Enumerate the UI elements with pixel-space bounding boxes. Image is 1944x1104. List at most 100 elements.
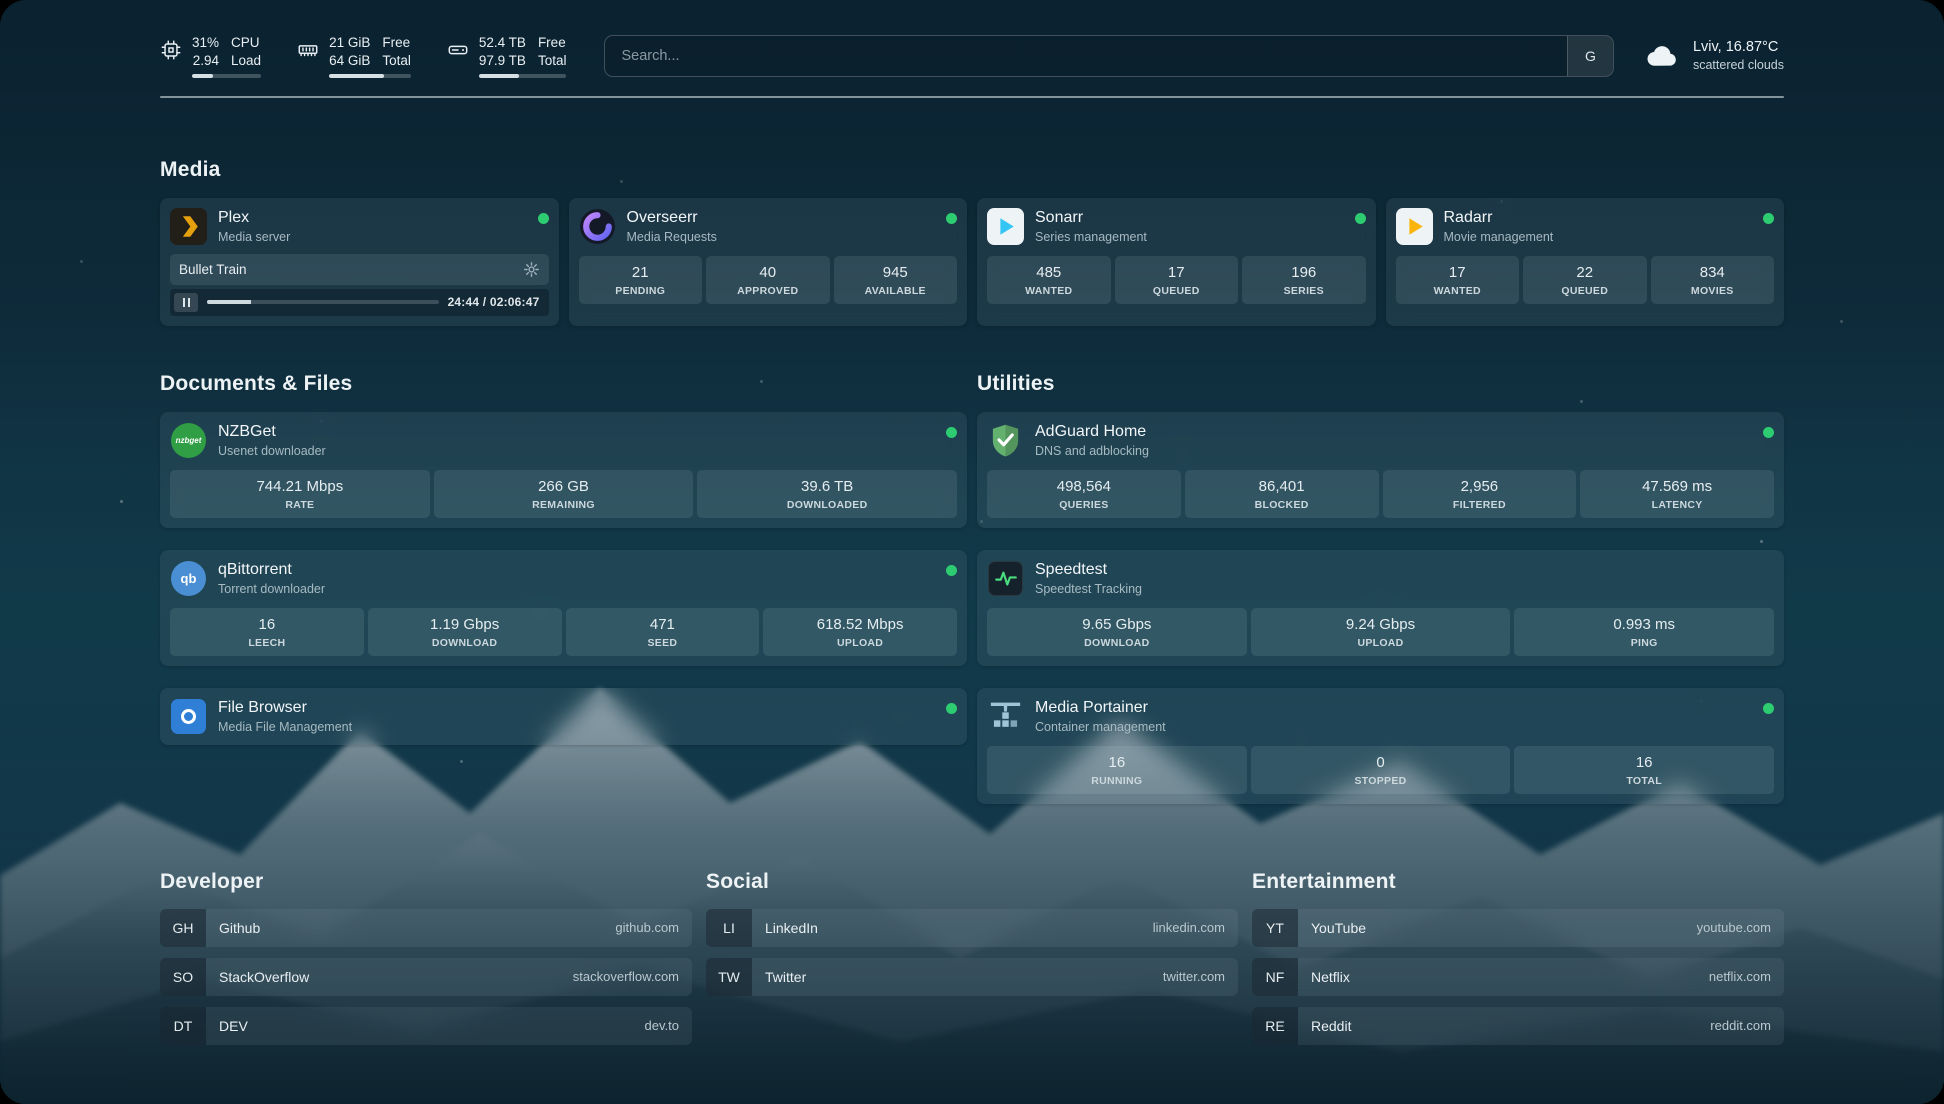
service-card-radarr: Radarr Movie management 17WANTED 22QUEUE… [1386, 198, 1785, 326]
service-link-nzbget[interactable]: nzbget NZBGet Usenet downloader [170, 422, 326, 459]
service-card-sonarr: Sonarr Series management 485WANTED 17QUE… [977, 198, 1376, 326]
bookmark-abbr: LI [706, 909, 752, 947]
resource-value: 64 GiB [329, 52, 370, 70]
stat-block: 16TOTAL [1514, 746, 1774, 794]
playback-time: 24:44 / 02:06:47 [448, 295, 540, 309]
status-dot [538, 213, 549, 224]
gear-icon[interactable] [523, 261, 540, 278]
service-desc: Media Requests [627, 230, 717, 244]
bookmark-reddit[interactable]: RE Reddit reddit.com [1252, 1007, 1784, 1045]
bookmark-youtube[interactable]: YT YouTube youtube.com [1252, 909, 1784, 947]
service-name: Sonarr [1035, 209, 1147, 227]
bookmark-name: Twitter [765, 969, 806, 985]
service-link-filebrowser[interactable]: File Browser Media File Management [170, 698, 352, 735]
service-name: AdGuard Home [1035, 423, 1149, 441]
stat-block: 16LEECH [170, 608, 364, 656]
section-utilities: Utilities AdGuard Home DNS and adblockin… [977, 372, 1784, 804]
disk-widget: 52.4 TB Free 97.9 TB Total [447, 34, 567, 78]
nzbget-icon: nzbget [170, 422, 207, 459]
service-link-plex[interactable]: Plex Media server [170, 208, 290, 245]
status-dot [946, 213, 957, 224]
stat-block: 0STOPPED [1251, 746, 1511, 794]
resource-value: 31% [192, 34, 219, 52]
cpu-icon [160, 39, 182, 61]
service-link-speedtest[interactable]: Speedtest Speedtest Tracking [987, 560, 1142, 597]
bookmark-abbr: YT [1252, 909, 1298, 947]
bookmark-name: DEV [219, 1018, 248, 1034]
service-card-adguard: AdGuard Home DNS and adblocking 498,564Q… [977, 412, 1784, 528]
resource-widgets: 31% CPU 2.94 Load 21 GiB Free 64 GiB Tot… [160, 34, 566, 78]
bookmark-name: YouTube [1311, 920, 1366, 936]
memory-icon [297, 39, 319, 61]
status-dot [946, 703, 957, 714]
bookmark-url: dev.to [645, 1018, 679, 1033]
bookmark-stackoverflow[interactable]: SO StackOverflow stackoverflow.com [160, 958, 692, 996]
search-provider-button[interactable]: G [1567, 36, 1613, 76]
memory-widget: 21 GiB Free 64 GiB Total [297, 34, 411, 78]
bookmark-url: youtube.com [1697, 920, 1771, 935]
status-dot [1763, 427, 1774, 438]
service-link-sonarr[interactable]: Sonarr Series management [987, 208, 1147, 245]
service-name: Plex [218, 209, 290, 227]
stat-block: 834MOVIES [1651, 256, 1775, 304]
cpu-widget: 31% CPU 2.94 Load [160, 34, 261, 78]
resource-label: Total [382, 52, 411, 70]
bookmark-twitter[interactable]: TW Twitter twitter.com [706, 958, 1238, 996]
bookmark-github[interactable]: GH Github github.com [160, 909, 692, 947]
service-card-filebrowser: File Browser Media File Management [160, 688, 967, 745]
service-link-radarr[interactable]: Radarr Movie management [1396, 208, 1554, 245]
stat-block: 47.569 msLATENCY [1580, 470, 1774, 518]
plex-now-playing: Bullet Train 24:44 / 02:06:47 [170, 254, 549, 316]
section-title-documents: Documents & Files [160, 372, 967, 396]
bookmark-netflix[interactable]: NF Netflix netflix.com [1252, 958, 1784, 996]
stat-block: 266 GBREMAINING [434, 470, 694, 518]
resource-label: Free [538, 34, 567, 52]
service-name: Media Portainer [1035, 699, 1166, 717]
section-documents: Documents & Files nzbget NZBGet Usenet d… [160, 372, 967, 745]
bookmark-abbr: DT [160, 1007, 206, 1045]
weather-summary: Lviv, 16.87°C [1693, 39, 1784, 55]
resource-label: CPU [231, 34, 261, 52]
service-name: Overseerr [627, 209, 717, 227]
header-divider [160, 96, 1784, 98]
stat-block: 9.24 GbpsUPLOAD [1251, 608, 1511, 656]
stat-block: 86,401BLOCKED [1185, 470, 1379, 518]
now-playing-title: Bullet Train [179, 262, 247, 277]
bookmark-group-entertainment: Entertainment YT YouTube youtube.com NF … [1252, 870, 1784, 1056]
stat-block: 485WANTED [987, 256, 1111, 304]
section-title-utilities: Utilities [977, 372, 1784, 396]
qbittorrent-icon: qb [170, 560, 207, 597]
service-link-qbittorrent[interactable]: qb qBittorrent Torrent downloader [170, 560, 325, 597]
speedtest-icon [987, 560, 1024, 597]
bookmark-name: LinkedIn [765, 920, 818, 936]
search-bar: G [604, 35, 1614, 77]
stat-block: 0.993 msPING [1514, 608, 1774, 656]
service-link-adguard[interactable]: AdGuard Home DNS and adblocking [987, 422, 1149, 459]
bookmark-dev[interactable]: DT DEV dev.to [160, 1007, 692, 1045]
section-media: Media Plex Media server [160, 158, 1784, 326]
service-desc: Media server [218, 230, 290, 244]
stat-block: 2,956FILTERED [1383, 470, 1577, 518]
service-name: Radarr [1444, 209, 1554, 227]
search-input[interactable] [605, 36, 1567, 76]
adguard-icon [987, 422, 1024, 459]
pause-button[interactable] [174, 293, 198, 312]
service-desc: Torrent downloader [218, 582, 325, 596]
status-dot [1763, 213, 1774, 224]
service-link-overseerr[interactable]: Overseerr Media Requests [579, 208, 717, 245]
section-title-entertainment: Entertainment [1252, 870, 1784, 894]
bookmark-name: Reddit [1311, 1018, 1351, 1034]
bookmark-name: StackOverflow [219, 969, 309, 985]
bookmark-name: Netflix [1311, 969, 1350, 985]
disk-progress-bar [479, 74, 567, 78]
resource-value: 21 GiB [329, 34, 370, 52]
stat-block: 16RUNNING [987, 746, 1247, 794]
service-card-nzbget: nzbget NZBGet Usenet downloader 744.21 M… [160, 412, 967, 528]
status-dot [1763, 703, 1774, 714]
stat-block: 9.65 GbpsDOWNLOAD [987, 608, 1247, 656]
bookmark-linkedin[interactable]: LI LinkedIn linkedin.com [706, 909, 1238, 947]
bookmark-abbr: SO [160, 958, 206, 996]
resource-label: Total [538, 52, 567, 70]
service-card-speedtest: Speedtest Speedtest Tracking 9.65 GbpsDO… [977, 550, 1784, 666]
service-link-portainer[interactable]: Media Portainer Container management [987, 698, 1166, 735]
